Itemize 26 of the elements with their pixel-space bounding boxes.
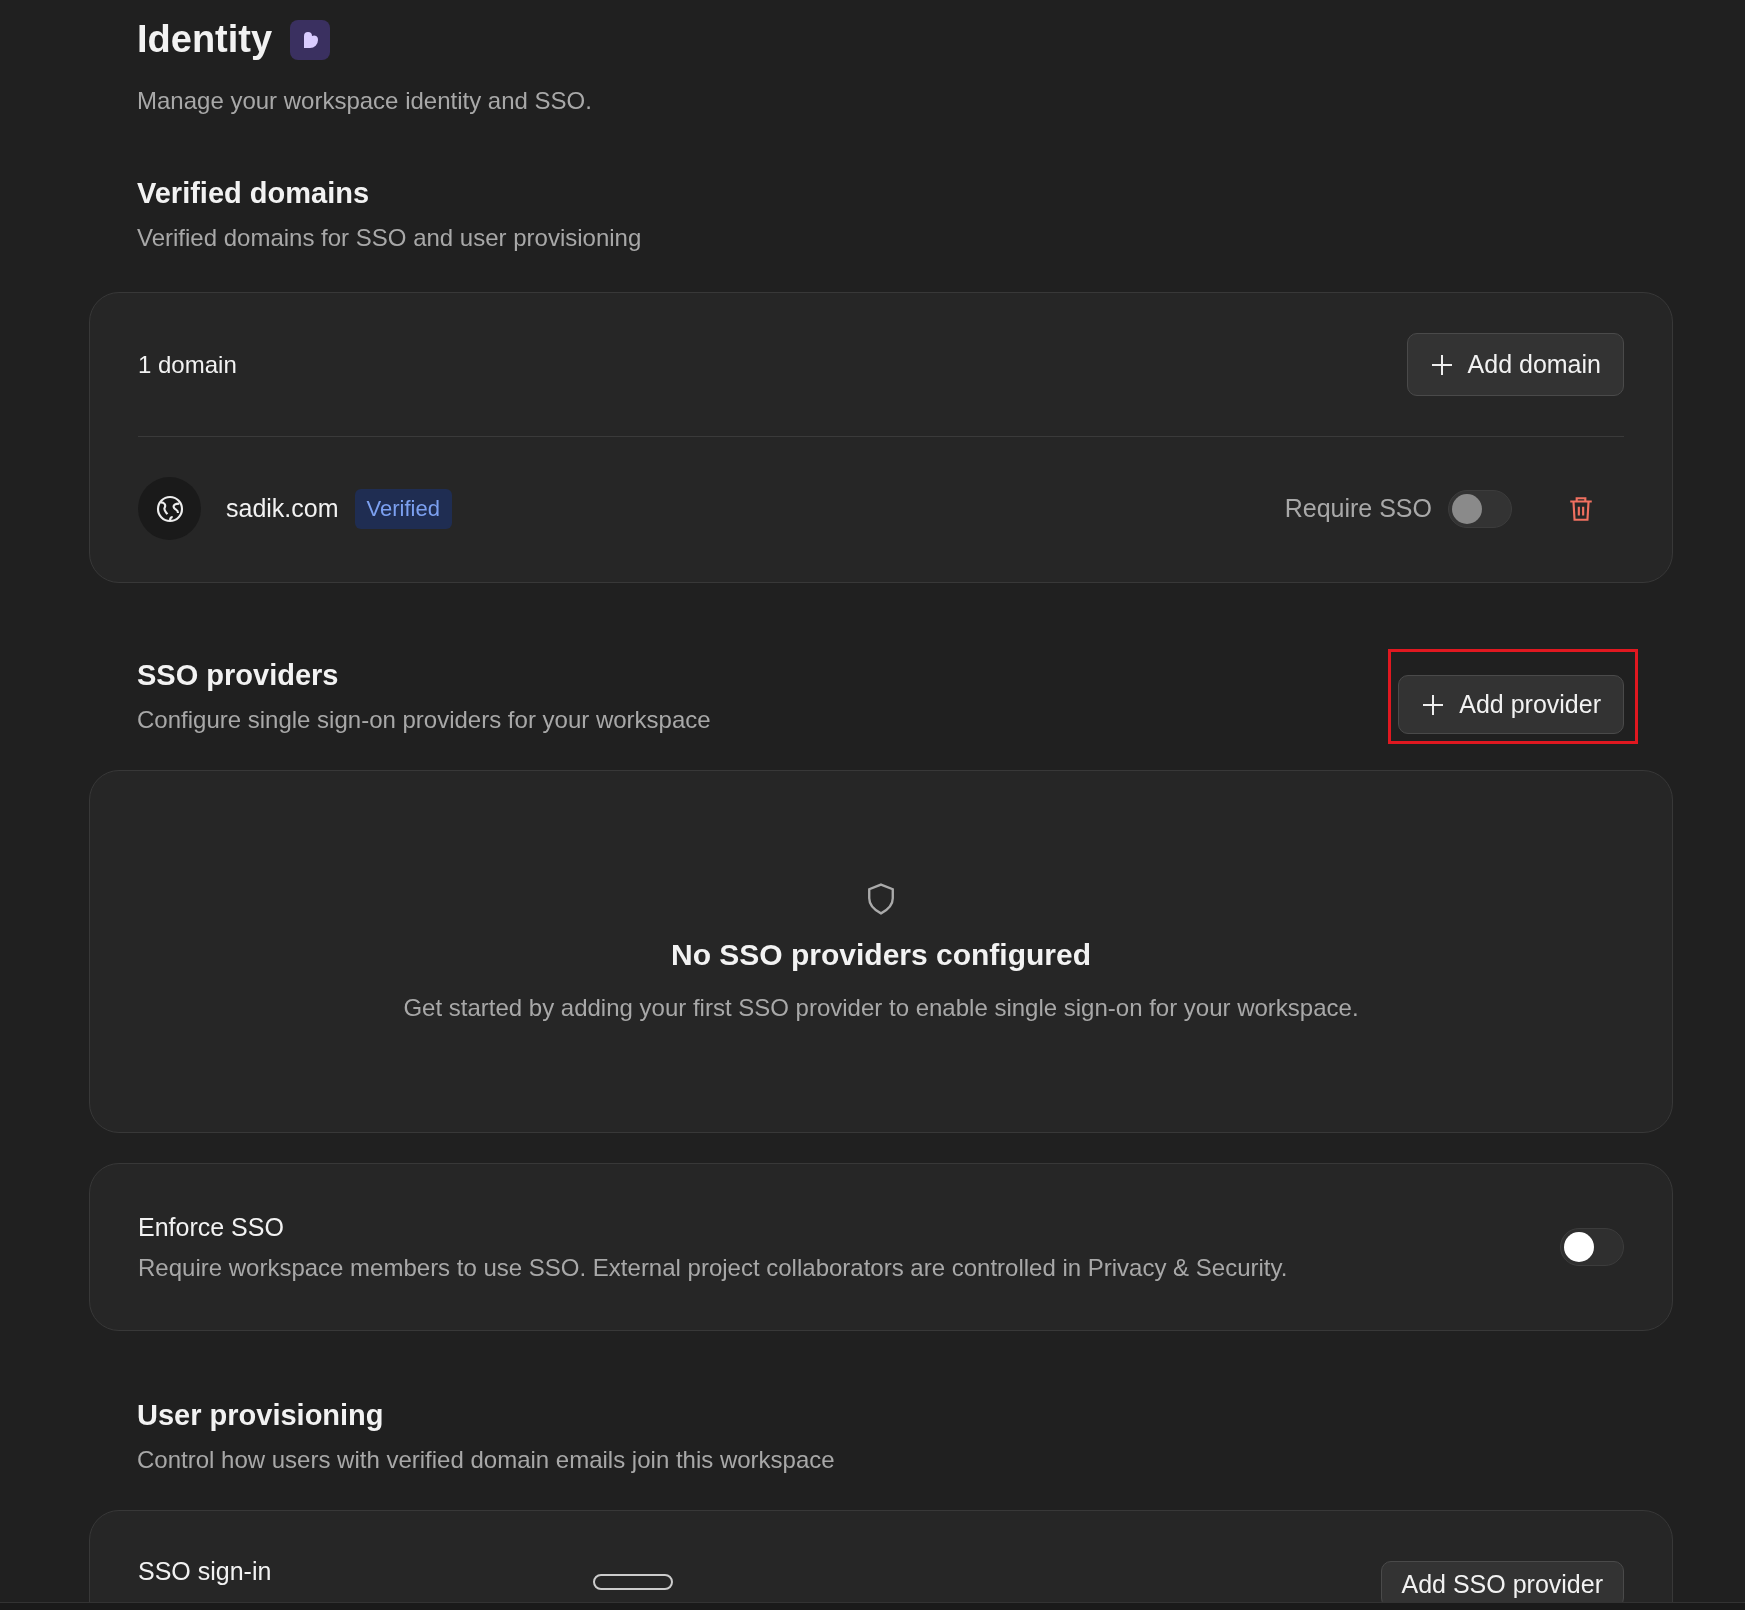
section-description: Configure single sign-on providers for your workspace: [137, 706, 711, 734]
empty-state-title: No SSO providers configured: [670, 937, 1092, 972]
section-description: Verified domains for SSO and user provisioning: [137, 224, 643, 252]
domain-name: sadik.com: [226, 494, 339, 523]
add-domain-button[interactable]: Add domain: [1406, 333, 1624, 396]
section-heading: SSO providers: [137, 659, 340, 692]
add-sso-provider-button[interactable]: Add SSO provider: [1380, 1561, 1624, 1602]
page-title: Identity: [137, 18, 273, 61]
page-subtitle: Manage your workspace identity and SSO.: [137, 87, 593, 115]
toggle-label: Require SSO: [1284, 494, 1432, 523]
setting-title: SSO sign-in: [138, 1557, 272, 1586]
domain-count: 1 domain: [138, 350, 237, 379]
setting-title: Enforce SSO: [138, 1212, 285, 1242]
status-badge: Verified: [354, 488, 452, 529]
shield-icon: [865, 881, 897, 916]
setting-description: Require workspace members to use SSO. External project collaborators are controlled in Privacy & Security.: [138, 1253, 1289, 1282]
add-provider-button[interactable]: Add provider: [1398, 675, 1624, 734]
plus-icon: [1421, 692, 1446, 717]
delete-icon[interactable]: [1568, 494, 1594, 523]
section-heading: User provisioning: [137, 1399, 385, 1432]
section-description: Control how users with verified domain emails join this workspace: [137, 1446, 836, 1474]
empty-state-text: Get started by adding your first SSO provider to enable single sign-on for your workspace.: [403, 993, 1359, 1022]
enforce-sso-toggle[interactable]: [1560, 1228, 1624, 1266]
section-heading: Verified domains: [137, 177, 371, 210]
plus-icon: [1429, 352, 1454, 377]
handle-icon: [593, 1574, 673, 1590]
